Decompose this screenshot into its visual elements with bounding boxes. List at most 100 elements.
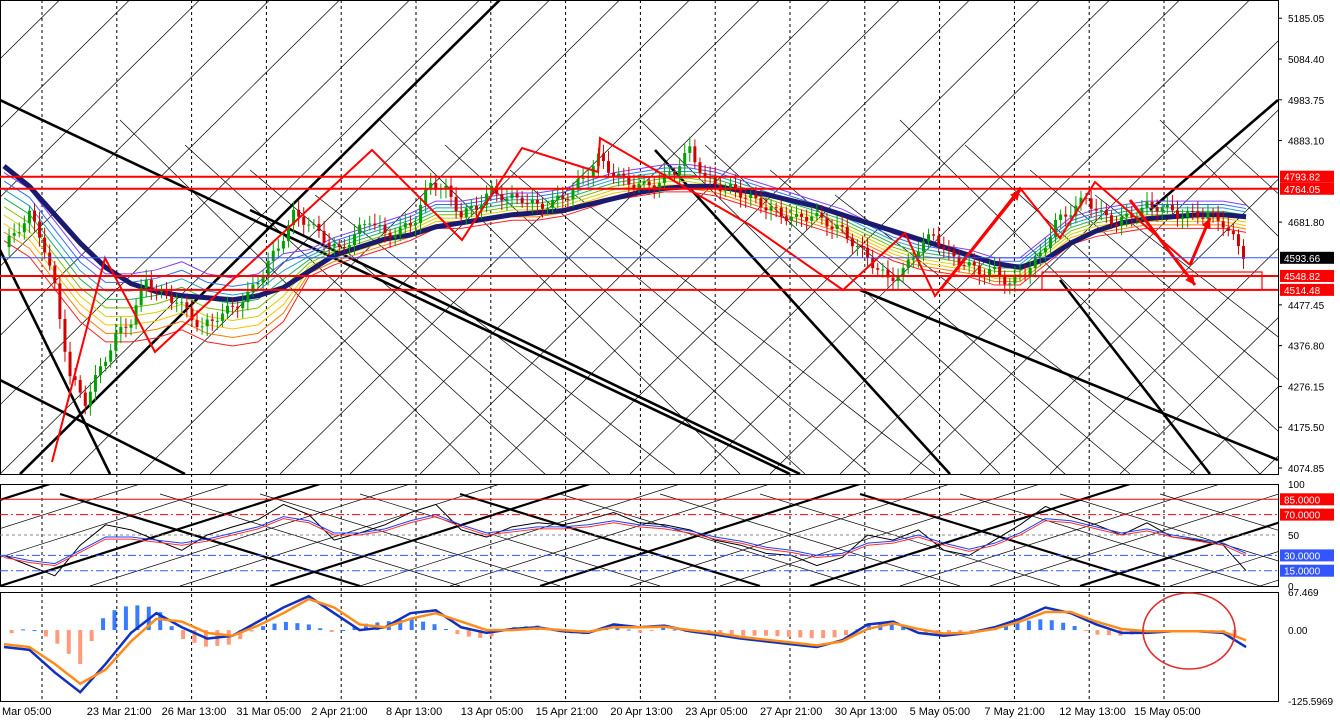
candle-body bbox=[1043, 248, 1047, 253]
candle-body bbox=[855, 245, 859, 247]
candle-body bbox=[932, 234, 936, 236]
candle-body bbox=[1231, 230, 1235, 235]
candle-body bbox=[520, 197, 524, 204]
candle-body bbox=[530, 199, 534, 204]
macd-histogram-bar bbox=[672, 629, 677, 631]
candle-body bbox=[861, 245, 865, 248]
rising-trendline bbox=[1259, 455, 1278, 474]
candle-body bbox=[195, 320, 199, 328]
candle-body bbox=[800, 213, 804, 217]
rising-trendline bbox=[699, 0, 1181, 474]
candle-body bbox=[683, 152, 687, 167]
macd-panel bbox=[0, 592, 1279, 702]
candle-body bbox=[515, 193, 519, 198]
price-tick-label: 4477.45 bbox=[1288, 301, 1325, 312]
rising-trendline bbox=[489, 0, 971, 474]
price-level-label: 4548.82 bbox=[1284, 272, 1321, 283]
candle-body bbox=[373, 223, 377, 226]
candle-body bbox=[246, 291, 250, 303]
trendlines bbox=[0, 0, 1278, 474]
candle-body bbox=[1216, 212, 1220, 222]
candle-body bbox=[962, 265, 966, 267]
price-tick-label: 4175.50 bbox=[1288, 423, 1325, 434]
rising-trendline bbox=[69, 0, 551, 474]
time-axis-label: 7 May 21:00 bbox=[984, 706, 1045, 718]
macd-histogram-bar bbox=[1095, 630, 1100, 635]
macd-histogram-bar bbox=[443, 628, 448, 631]
candle-body bbox=[378, 224, 382, 226]
candle-body bbox=[307, 224, 311, 226]
candle-body bbox=[896, 277, 900, 282]
candle-body bbox=[977, 265, 981, 275]
candle-body bbox=[368, 223, 372, 225]
candle-body bbox=[327, 242, 331, 247]
candle-body bbox=[876, 268, 880, 270]
candle-body bbox=[1069, 215, 1073, 217]
rsi-tick-label: 100 bbox=[1288, 480, 1305, 491]
candle-body bbox=[906, 259, 910, 268]
candle-body bbox=[332, 244, 336, 247]
candle-body bbox=[38, 221, 42, 238]
candle-body bbox=[947, 248, 951, 251]
candle-body bbox=[129, 324, 133, 328]
candle-body bbox=[119, 326, 123, 334]
time-axis-label: 30 Apr 13:00 bbox=[835, 706, 897, 718]
macd-histogram-bar bbox=[1049, 620, 1054, 631]
price-tick-label: 4276.15 bbox=[1288, 382, 1325, 393]
candle-body bbox=[749, 194, 753, 199]
macd-tick-label: 0.00 bbox=[1288, 626, 1308, 637]
candle-body bbox=[1221, 221, 1225, 228]
macd-histogram-bar bbox=[649, 630, 654, 632]
candle-body bbox=[810, 216, 814, 221]
macd-histogram-bar bbox=[455, 630, 460, 635]
macd-histogram-bar bbox=[832, 630, 837, 638]
price-tick-label: 4074.85 bbox=[1288, 464, 1325, 475]
rsi-line bbox=[3, 503, 1247, 577]
rsi-trendline bbox=[959, 493, 1261, 586]
macd-histogram-bar bbox=[844, 630, 849, 636]
candle-body bbox=[1048, 237, 1052, 249]
macd-histogram-bar bbox=[466, 630, 471, 637]
candle-body bbox=[454, 196, 458, 212]
candle-body bbox=[566, 198, 570, 200]
candle-body bbox=[769, 206, 773, 211]
rsi-trendline bbox=[559, 493, 861, 586]
candle-body bbox=[1160, 207, 1164, 212]
candle-body bbox=[937, 235, 941, 247]
time-axis-label: Mar 05:00 bbox=[2, 706, 52, 718]
candle-body bbox=[83, 392, 87, 406]
price-level-label: 4514.48 bbox=[1284, 286, 1321, 297]
macd-histogram-bar bbox=[112, 610, 117, 631]
macd-histogram-bar bbox=[821, 630, 826, 639]
falling-trendline bbox=[639, 119, 1001, 474]
candle-body bbox=[215, 320, 219, 322]
macd-histogram-bar bbox=[295, 623, 300, 631]
macd-histogram-bar bbox=[409, 619, 414, 631]
candle-body bbox=[845, 226, 849, 239]
price-tick-label: 4883.10 bbox=[1288, 137, 1325, 148]
candle-body bbox=[180, 302, 184, 304]
macd-histogram-bar bbox=[78, 630, 83, 664]
candle-body bbox=[1028, 267, 1032, 277]
candle-body bbox=[312, 223, 316, 225]
rsi-trendline bbox=[359, 493, 661, 586]
candle-body bbox=[1125, 213, 1129, 217]
macd-histogram-bar bbox=[809, 630, 814, 639]
macd-histogram-bar bbox=[306, 624, 311, 631]
macd-histogram-bar bbox=[786, 630, 791, 637]
candle-body bbox=[744, 197, 748, 199]
candle-body bbox=[408, 223, 412, 226]
candle-body bbox=[63, 319, 67, 352]
candle-body bbox=[952, 250, 956, 257]
macd-histogram-bar bbox=[89, 630, 94, 642]
macd-histogram-bar bbox=[421, 621, 426, 631]
macd-histogram-bar bbox=[21, 629, 26, 631]
candle-body bbox=[109, 350, 113, 362]
macd-histogram-bar bbox=[798, 630, 803, 638]
macd-histogram-bar bbox=[638, 630, 643, 633]
candle-body bbox=[210, 319, 214, 321]
candle-body bbox=[794, 213, 798, 217]
rising-trendline bbox=[419, 0, 901, 474]
time-axis-label: 15 May 05:00 bbox=[1134, 706, 1201, 718]
macd-histogram-bar bbox=[43, 630, 48, 637]
